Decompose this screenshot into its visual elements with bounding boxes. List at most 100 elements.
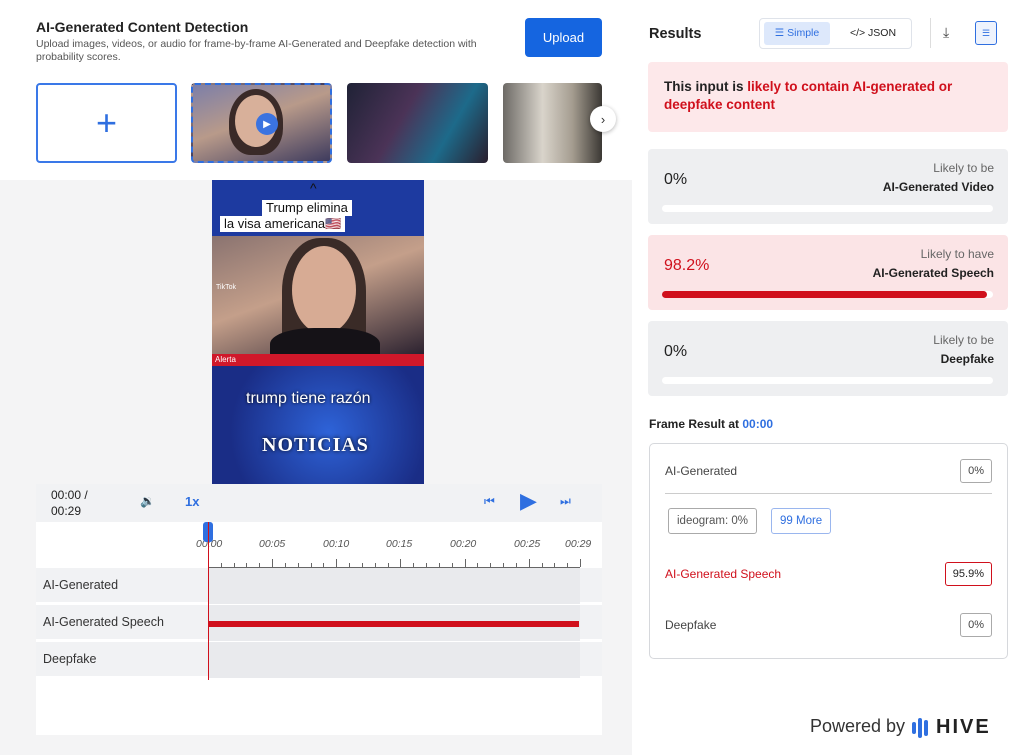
time-current: 00:00 /: [51, 488, 88, 502]
page-subtitle: Upload images, videos, or audio for fram…: [36, 38, 477, 63]
timeline-ruler[interactable]: 00:00 00:05 00:10 00:15 00:20 00:25 00:2…: [36, 522, 602, 568]
result-category: AI-Generated Speech: [872, 266, 994, 280]
playhead-line: [208, 522, 209, 680]
ruler-tick: [259, 563, 261, 567]
tick-label: 00:20: [450, 538, 477, 550]
powered-by-text: Powered by: [810, 716, 906, 736]
thumbnail-image-cyberpunk[interactable]: [347, 83, 488, 163]
volume-icon[interactable]: 🔉: [140, 494, 155, 508]
result-progress: [662, 205, 993, 212]
play-icon: ▶: [256, 113, 278, 135]
track-lane: [208, 642, 580, 678]
results-panel: Results ☰ Simple </> JSON ⤓ ☰ This input…: [632, 0, 1024, 755]
ruler-tick: [323, 563, 325, 567]
video-caption-line1: Trump elimina: [262, 200, 352, 216]
frame-row-value: 95.9%: [944, 562, 992, 586]
frame-result-label: Frame Result at: [649, 417, 743, 431]
result-category: AI-Generated Video: [882, 180, 994, 194]
track-label: AI-Generated Speech: [43, 615, 164, 629]
alert-label: Alerta: [212, 354, 424, 366]
page-title: AI-Generated Content Detection: [36, 19, 249, 35]
ruler-tick: [310, 563, 312, 567]
tick-label: 00:15: [386, 538, 413, 550]
ruler-tick: [246, 563, 248, 567]
ruler-tick: [400, 559, 402, 567]
logo-bar: [924, 719, 928, 736]
plus-icon: +: [95, 102, 118, 143]
ruler-tick: [336, 559, 338, 567]
ruler-tick: [477, 563, 479, 567]
ruler-tick: [490, 563, 492, 567]
document-icon[interactable]: ☰: [975, 21, 997, 45]
ruler-tick: [413, 563, 415, 567]
ruler-tick: [233, 563, 235, 567]
result-progress: [662, 291, 993, 298]
ruler-tick: [220, 563, 222, 567]
frame-row-label: AI-Generated: [665, 464, 738, 478]
ruler-tick: [464, 559, 466, 567]
track-deepfake: Deepfake: [36, 642, 602, 678]
video-top-section: ^ Trump elimina la visa americana🇺🇸: [212, 180, 424, 236]
logo-bar: [912, 721, 916, 734]
video-caption-line3: trump tiene razón: [246, 390, 371, 407]
frame-row-label: Deepfake: [665, 618, 717, 632]
media-player: 00:00 / 00:29 🔉 1x ⏮ ▶ ⏭ 00:00 00:05 00:…: [36, 484, 602, 735]
ruler-tick: [515, 563, 517, 567]
ruler-tick: [387, 563, 389, 567]
tiktok-watermark: TikTok: [216, 284, 236, 291]
skip-forward-icon[interactable]: ⏭: [560, 494, 571, 509]
player-controls: 00:00 / 00:29 🔉 1x ⏮ ▶ ⏭: [36, 484, 602, 522]
result-caption: Likely to be: [933, 161, 994, 175]
video-news-frame: Alerta trump tiene razón NOTICIAS: [212, 354, 424, 484]
frame-result-time[interactable]: 00:00: [742, 417, 773, 431]
track-ai-speech: AI-Generated Speech: [36, 605, 602, 641]
track-ai-generated: AI-Generated: [36, 568, 602, 604]
chevron-right-icon[interactable]: ›: [590, 106, 616, 132]
add-media-button[interactable]: +: [36, 83, 177, 163]
view-json-button[interactable]: </> JSON: [838, 22, 908, 45]
ruler-tick: [374, 563, 376, 567]
ruler-tick: [438, 563, 440, 567]
video-caption-line2: la visa americana🇺🇸: [220, 216, 346, 232]
hive-logo[interactable]: HIVE: [912, 716, 991, 739]
ruler-marks: [208, 559, 581, 568]
verdict-banner: This input is likely to contain AI-gener…: [648, 62, 1008, 132]
result-percent: 0%: [664, 171, 688, 188]
frame-result-box: AI-Generated 0% ideogram: 0% 99 More AI-…: [649, 443, 1008, 659]
brand-name: HIVE: [936, 716, 991, 738]
ruler-tick: [426, 563, 428, 567]
chevron-up-icon[interactable]: ^: [310, 180, 317, 196]
speed-button[interactable]: 1x: [185, 494, 199, 509]
frame-row-label: AI-Generated Speech: [665, 567, 782, 581]
download-icon[interactable]: ⤓: [943, 24, 949, 41]
result-progress: [662, 377, 993, 384]
play-icon[interactable]: ▶: [520, 490, 537, 512]
detection-segment[interactable]: [209, 621, 579, 627]
video-preview: ^ Trump elimina la visa americana🇺🇸 TikT…: [212, 180, 424, 484]
ruler-tick: [272, 559, 274, 567]
ruler-tick: [284, 563, 286, 567]
frame-row-value: 0%: [960, 613, 992, 637]
ruler-tick: [451, 563, 453, 567]
thumbnail-video-selected[interactable]: ▶: [191, 83, 332, 163]
speaker-face: [292, 246, 356, 334]
track-label: AI-Generated: [43, 578, 119, 592]
upload-button[interactable]: Upload: [525, 18, 602, 57]
ruler-tick: [554, 563, 556, 567]
view-simple-button[interactable]: ☰ Simple: [764, 22, 830, 45]
results-title: Results: [649, 26, 702, 42]
skip-back-icon[interactable]: ⏮: [484, 494, 495, 509]
upload-panel: AI-Generated Content Detection Upload im…: [0, 0, 632, 755]
result-card-deepfake: 0% Likely to be Deepfake: [648, 321, 1008, 396]
ruler-tick: [349, 563, 351, 567]
thumbnail-image-interior[interactable]: [503, 83, 602, 163]
time-display: 00:00 / 00:29: [51, 487, 101, 519]
more-models-button[interactable]: 99 More: [771, 508, 832, 534]
ruler-tick: [580, 559, 581, 567]
model-chip: ideogram: 0%: [668, 508, 757, 534]
track-lane: [208, 568, 580, 604]
ruler-tick: [361, 563, 363, 567]
divider: [665, 493, 992, 494]
result-percent: 0%: [664, 343, 688, 360]
tick-label: 00:29: [565, 538, 592, 550]
